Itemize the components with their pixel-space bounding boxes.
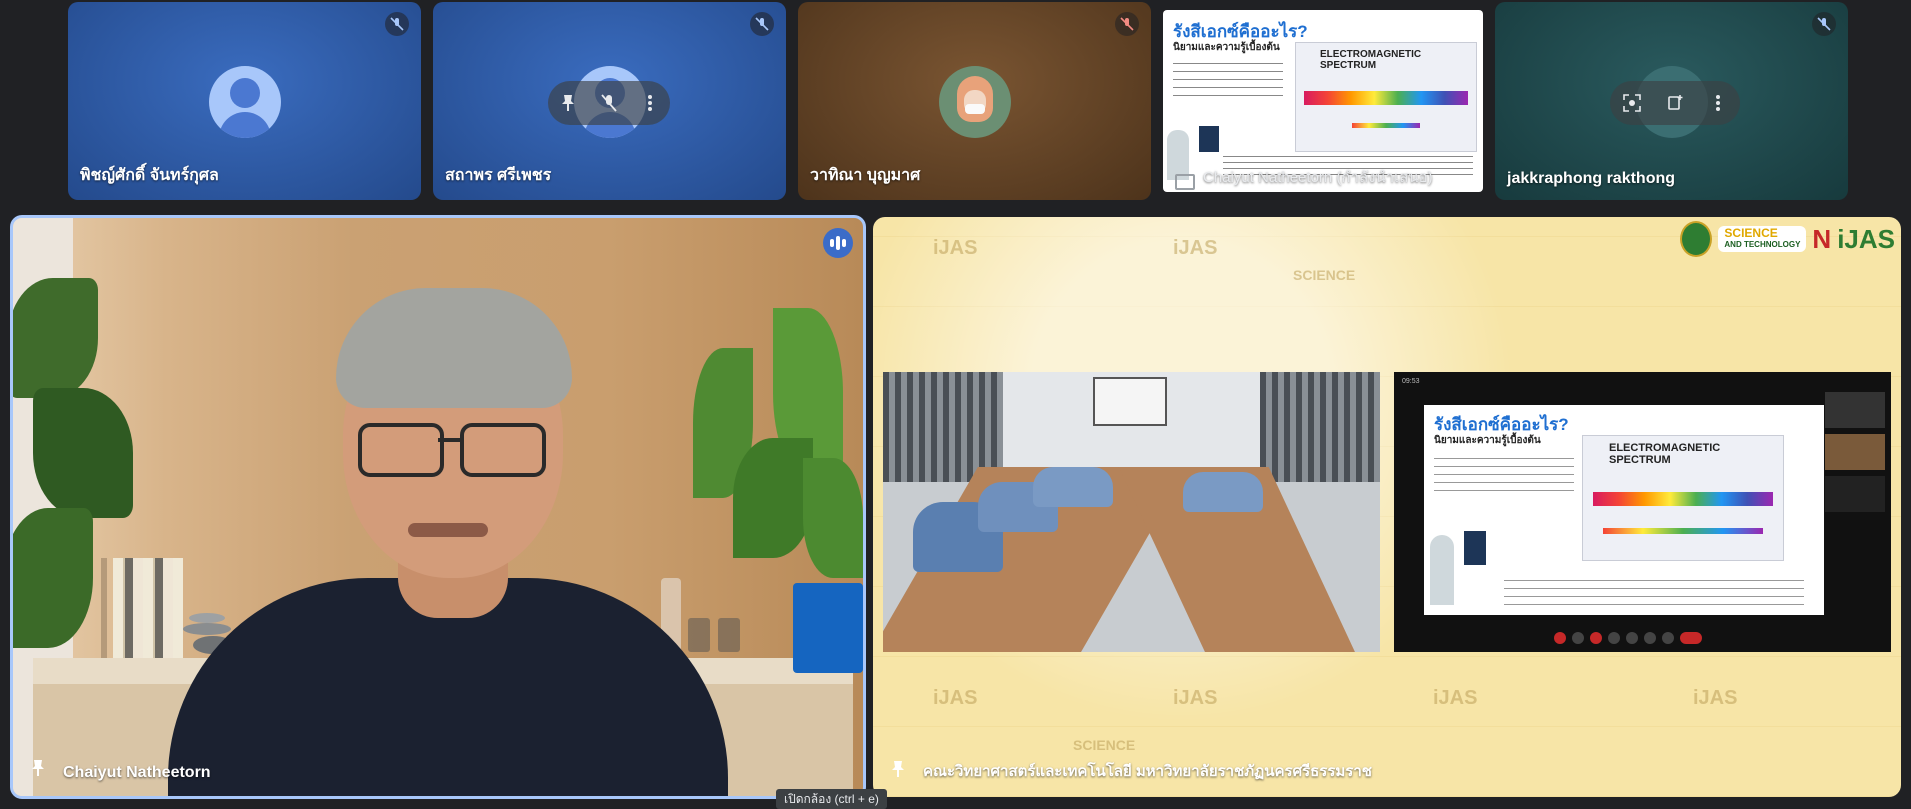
- ijas-logo: iJAS: [1837, 223, 1895, 254]
- n-logo-icon: N: [1812, 223, 1832, 254]
- mic-off-icon: [1115, 12, 1139, 36]
- avatar: [208, 66, 281, 138]
- frame-icon[interactable]: [1617, 88, 1647, 118]
- mic-off-icon: [385, 12, 409, 36]
- tile-controls: [548, 81, 670, 125]
- main-speaker-tile[interactable]: Chaiyut Natheetorn: [10, 215, 866, 799]
- room-video: [883, 372, 1380, 652]
- participant-tile-5[interactable]: jakkraphong rakthong: [1495, 2, 1848, 200]
- pin-icon[interactable]: [891, 760, 905, 783]
- mute-icon[interactable]: [594, 88, 624, 118]
- presentation-caption: คณะวิทยาศาสตร์และเทคโนโลยี มหาวิทยาลัยรา…: [923, 763, 1372, 780]
- participant-name: สถาพร ศรีเพชร: [445, 167, 552, 184]
- participant-name: วาทิณา บุญมาศ: [810, 167, 921, 184]
- more-options-icon[interactable]: [635, 88, 665, 118]
- speaker-name: Chaiyut Natheetorn: [63, 764, 211, 781]
- more-options-icon[interactable]: [1703, 88, 1733, 118]
- presenting-icon: [1175, 174, 1195, 190]
- logo-bar: SCIENCE AND TECHNOLOGY N iJAS: [1680, 221, 1895, 257]
- participant-name: พิชญ์ศักดิ์ จันทร์กุศล: [80, 167, 219, 184]
- spectrum-diagram: ELECTROMAGNETIC SPECTRUM: [1295, 42, 1477, 152]
- tile-controls: [1610, 81, 1740, 125]
- participant-tile-presenting[interactable]: รังสีเอกซ์คืออะไร? นิยามและความรู้เบื้อง…: [1163, 10, 1483, 192]
- university-seal-icon: [1680, 221, 1713, 257]
- participant-tile-3[interactable]: วาทิณา บุญมาศ: [798, 2, 1151, 200]
- mic-off-icon: [1812, 12, 1836, 36]
- add-to-frame-icon[interactable]: [1660, 88, 1690, 118]
- pin-icon[interactable]: [31, 759, 45, 782]
- pin-icon[interactable]: [553, 88, 583, 118]
- spectrum-label: ELECTROMAGNETIC SPECTRUM: [1320, 49, 1422, 71]
- participant-name: Chaiyut Natheetorn (กำลังนำเสนอ): [1203, 169, 1433, 186]
- participant-tile-1[interactable]: พิชญ์ศักดิ์ จันทร์กุศล: [68, 2, 421, 200]
- participant-tile-2[interactable]: สถาพร ศรีเพชร: [433, 2, 786, 200]
- slide-subtitle: นิยามและความรู้เบื้องต้น: [1173, 42, 1280, 53]
- speaker-video: [168, 288, 728, 796]
- presentation-tile[interactable]: iJAS iJAS iJAS iJAS iJAS iJAS SCIENCE SC…: [873, 217, 1901, 797]
- mic-off-icon: [750, 12, 774, 36]
- participant-name: jakkraphong rakthong: [1507, 170, 1676, 187]
- speaking-indicator-icon: [823, 228, 853, 258]
- shared-screen: 09:53 รังสีเอกซ์คืออะไร? นิยามและความรู้…: [1394, 372, 1891, 652]
- camera-tooltip: เปิดกล้อง (ctrl + e): [776, 789, 887, 809]
- inner-toolbar: [1554, 632, 1702, 644]
- avatar: [938, 66, 1011, 138]
